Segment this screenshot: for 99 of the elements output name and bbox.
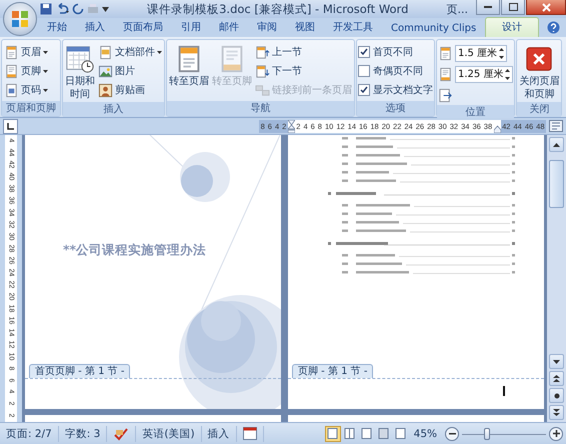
ribbon-tab[interactable]: 设计: [485, 17, 540, 37]
clipart-icon: [98, 82, 113, 98]
ribbon-button[interactable]: 关闭页眉和页脚: [518, 43, 560, 102]
page-icon: [361, 428, 372, 439]
text-cursor-icon: [503, 386, 506, 396]
page-icon: [378, 428, 390, 439]
macro-record-icon[interactable]: [242, 427, 257, 440]
ribbon-button[interactable]: 剪贴画: [97, 81, 163, 99]
zoom-in-button[interactable]: [549, 426, 563, 440]
ribbon-tab[interactable]: 开发工具: [324, 17, 382, 37]
ribbon-button[interactable]: 图片: [97, 62, 163, 80]
ribbon-tab[interactable]: Community Clips: [382, 20, 486, 37]
checkbox-label: 首页不同: [373, 46, 413, 59]
ribbon-tab[interactable]: 开始: [38, 17, 76, 37]
ribbon-button[interactable]: 日期和时间: [64, 43, 96, 102]
document-icon: [4, 44, 19, 60]
zoom-out-button[interactable]: [445, 426, 459, 440]
context-tab-title: 页...: [446, 2, 468, 16]
minimize-button[interactable]: [476, 0, 500, 15]
picture-icon: [98, 64, 113, 78]
next-page-button[interactable]: [549, 405, 564, 420]
ribbon-tab[interactable]: 审阅: [248, 17, 286, 37]
link-icon: [255, 82, 270, 98]
status-text[interactable]: 字数: 3: [58, 426, 108, 442]
group-label: 选项: [357, 101, 434, 116]
checkbox-label: 显示文档文字: [373, 84, 433, 97]
zoom-thumb[interactable]: [484, 428, 490, 440]
status-text[interactable]: 英语(美国): [136, 426, 202, 442]
page-arrow-icon: [255, 44, 270, 60]
page-icon: [327, 428, 338, 439]
group-label: 导航: [167, 101, 354, 116]
ribbon-button[interactable]: 下一节: [254, 62, 353, 80]
zoom-slider[interactable]: [462, 428, 546, 440]
checkmark-icon: [360, 86, 368, 94]
view-button[interactable]: [324, 426, 341, 442]
ribbon-tab[interactable]: 页面布局: [114, 17, 172, 37]
up-arrow-icon: [553, 142, 560, 146]
redo-icon[interactable]: [72, 3, 84, 15]
checkmark-icon: [360, 48, 368, 56]
document-title: **公司课程实施管理办法: [63, 242, 206, 259]
help-icon[interactable]: [547, 21, 560, 34]
double-up-arrow-icon: [553, 375, 560, 382]
page-icon: [395, 428, 406, 439]
scroll-down-button[interactable]: [549, 354, 564, 369]
document-icon: [438, 66, 453, 82]
ribbon-tab[interactable]: 插入: [76, 17, 114, 37]
maximize-icon: [508, 3, 518, 11]
ribbon-button[interactable]: 页脚: [3, 62, 49, 80]
ribbon-tab[interactable]: 引用: [172, 17, 210, 37]
scroll-up-button[interactable]: [549, 137, 564, 152]
save-icon[interactable]: [40, 3, 52, 15]
spin-field[interactable]: 1.25 厘米: [455, 66, 514, 82]
close-icon: [542, 2, 550, 12]
proofing-icon[interactable]: [113, 426, 130, 440]
page-arrow-icon: [255, 64, 270, 78]
ribbon-button[interactable]: 文档部件: [97, 43, 163, 61]
insert-tab-icon: [438, 88, 453, 102]
spin-field[interactable]: 1.5 厘米: [455, 44, 508, 62]
page-icon: [344, 428, 356, 439]
document-icon: [4, 64, 19, 78]
down-arrow-icon: [553, 360, 560, 364]
zoom-level[interactable]: 45%: [408, 428, 442, 440]
spin-arrows-icon[interactable]: [505, 68, 510, 80]
double-down-arrow-icon: [553, 409, 560, 416]
status-text[interactable]: 页面: 2/7: [0, 426, 59, 442]
spin-arrows-icon[interactable]: [499, 48, 504, 58]
checkbox-label: 奇偶页不同: [373, 65, 423, 78]
ribbon-button[interactable]: 上一节: [254, 43, 353, 61]
maximize-button[interactable]: [501, 0, 525, 15]
minus-icon: [448, 432, 456, 434]
caret-icon[interactable]: [102, 6, 109, 12]
status-text[interactable]: 插入: [202, 426, 237, 442]
document-icon: [98, 44, 113, 60]
ribbon-tab[interactable]: 视图: [286, 17, 324, 37]
ribbon-button[interactable]: 页眉: [3, 43, 49, 61]
squares-icon: [11, 10, 29, 28]
browse-object-button[interactable]: [549, 388, 564, 403]
ribbon-tab[interactable]: 邮件: [210, 17, 248, 37]
group-label: 插入: [63, 102, 164, 117]
document-icon: [438, 46, 453, 60]
document-icon: [4, 82, 19, 98]
minimize-icon: [484, 6, 492, 8]
dot-icon: [554, 392, 560, 398]
plus-icon: [552, 430, 560, 437]
calendar-icon: [65, 44, 95, 74]
checkbox[interactable]: [358, 84, 370, 96]
ribbon-button[interactable]: 页码: [3, 81, 49, 99]
group-label: 页眉和页脚: [2, 101, 60, 116]
indent-marker-icon[interactable]: [288, 120, 295, 132]
ribbon-button[interactable]: 转至页眉: [168, 43, 210, 101]
ruler-toggle-icon[interactable]: [548, 119, 564, 133]
checkbox[interactable]: [358, 65, 370, 77]
scroll-thumb[interactable]: [549, 160, 564, 208]
close-button[interactable]: [526, 0, 566, 15]
window-title: 课件录制模板3.doc [兼容模式] - Microsoft Word: [146, 2, 410, 16]
group-label: 关闭: [517, 102, 562, 117]
checkbox[interactable]: [358, 46, 370, 58]
tab-selector-icon[interactable]: [3, 118, 18, 134]
previous-page-button[interactable]: [549, 371, 564, 386]
